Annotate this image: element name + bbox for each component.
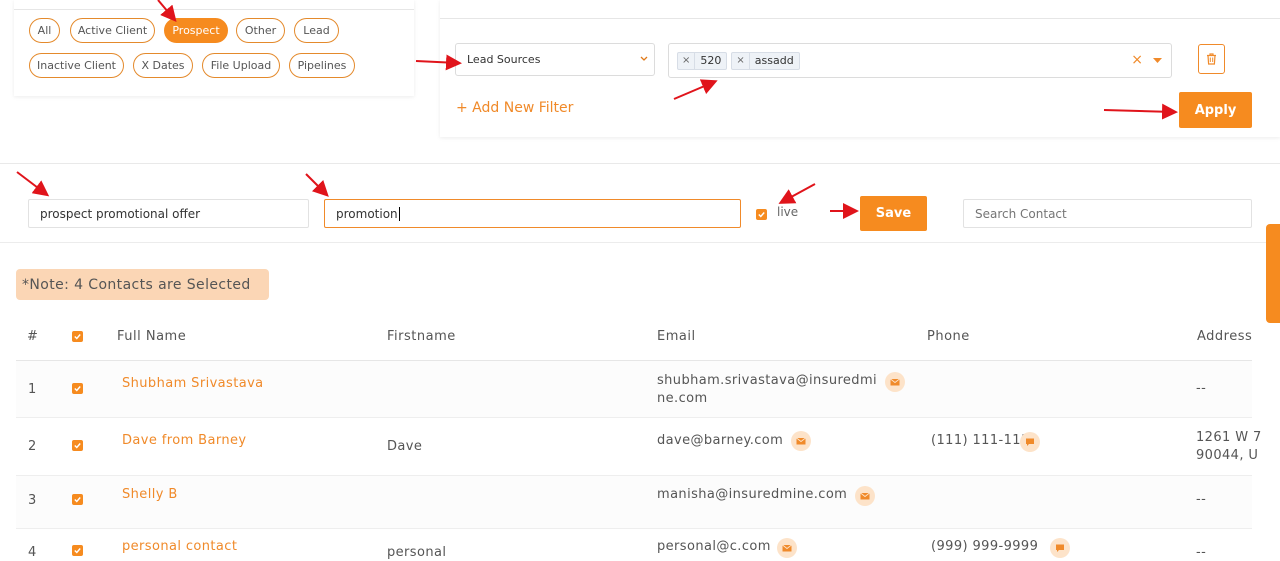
annotation-arrow bbox=[415, 54, 462, 71]
annotation-arrows bbox=[16, 0, 1178, 219]
annotation-arrow bbox=[1103, 103, 1178, 120]
annotation-arrow bbox=[778, 183, 816, 204]
annotation-arrow bbox=[16, 171, 50, 197]
annotation-arrow bbox=[305, 173, 329, 197]
annotation-arrow bbox=[157, 0, 177, 23]
annotation-arrow bbox=[673, 79, 718, 100]
